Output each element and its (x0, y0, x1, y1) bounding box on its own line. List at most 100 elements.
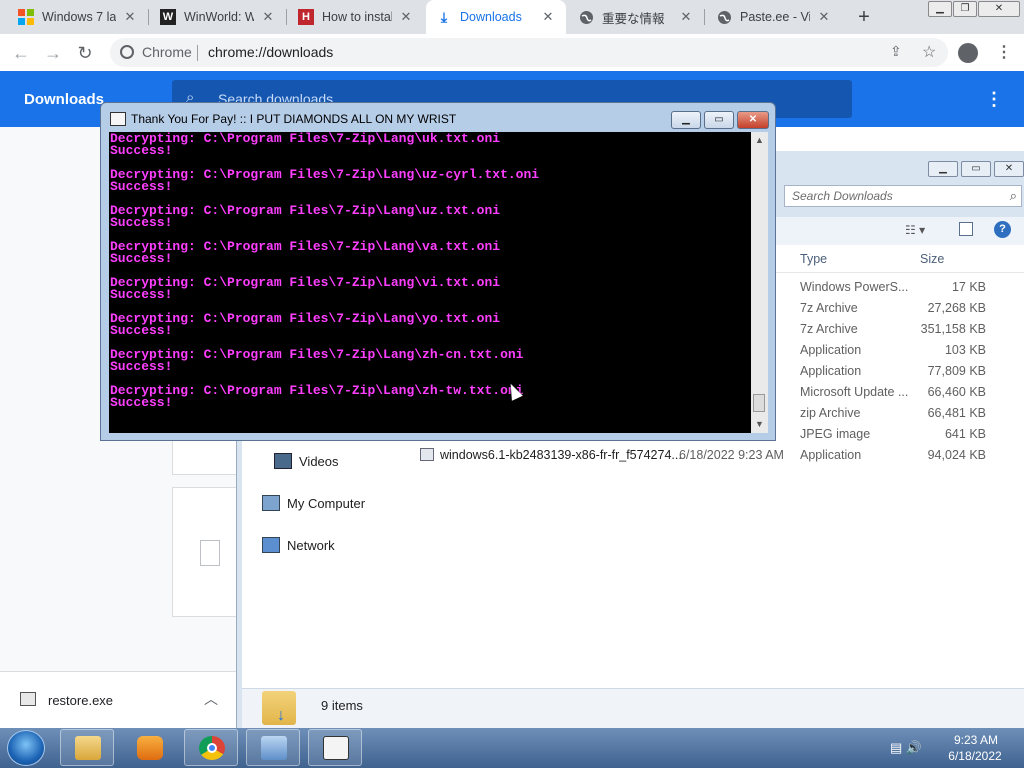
taskbar-control-panel[interactable] (246, 729, 300, 766)
explorer-search-placeholder: Search Downloads (792, 189, 893, 203)
computer-icon (262, 495, 280, 511)
console-app-icon (323, 736, 349, 760)
console-line: Decrypting: C:\Program Files\7-Zip\Lang\… (110, 385, 539, 397)
clock-time[interactable]: 9:23 AM (946, 733, 1006, 747)
download-arrow-icon: ↓ (277, 707, 285, 725)
taskbar: ▤ 🔊 9:23 AM 6/18/2022 (0, 728, 1024, 768)
help-icon[interactable]: ? (994, 221, 1011, 238)
forward-arrow-icon[interactable]: → (40, 40, 66, 66)
control-panel-icon (261, 736, 287, 760)
taskbar-chrome[interactable] (184, 729, 238, 766)
clock-date[interactable]: 6/18/2022 (942, 749, 1008, 763)
tab-pasteee[interactable]: Paste.ee - Vie ✕ (706, 0, 842, 34)
chevron-up-icon[interactable]: ︿ (204, 689, 218, 709)
console-app-icon (110, 112, 126, 126)
taskbar-console[interactable] (308, 729, 362, 766)
address-bar[interactable]: Chrome chrome://downloads ⇪ ☆ (110, 38, 948, 67)
application-file-icon (420, 448, 434, 461)
item-count: 9 items (321, 698, 363, 713)
chrome-site-icon (120, 45, 134, 59)
start-button[interactable] (7, 730, 45, 766)
reload-icon[interactable]: ↻ (72, 40, 98, 66)
console-line: Success! (110, 253, 539, 265)
tab-japanese-info[interactable]: 重要な情報 ✕ (568, 0, 704, 34)
back-arrow-icon[interactable]: ← (8, 40, 34, 66)
howto-h-icon: H (298, 9, 314, 25)
console-output[interactable]: Decrypting: C:\Program Files\7-Zip\Lang\… (109, 132, 751, 433)
taskbar-media-player[interactable] (122, 729, 176, 766)
close-icon[interactable]: ✕ (816, 9, 832, 25)
console-line: Decrypting: C:\Program Files\7-Zip\Lang\… (110, 277, 539, 289)
omnibox-url[interactable]: chrome://downloads (208, 44, 333, 60)
console-line: Decrypting: C:\Program Files\7-Zip\Lang\… (110, 349, 539, 361)
tab-howto[interactable]: H How to instal ✕ (288, 0, 424, 34)
maximize-icon[interactable]: ▭ (961, 161, 991, 177)
close-icon[interactable]: ✕ (678, 9, 694, 25)
minimize-icon[interactable]: ▁ (671, 111, 701, 129)
console-line: Decrypting: C:\Program Files\7-Zip\Lang\… (110, 133, 539, 145)
file-icon (200, 540, 220, 566)
console-line: Success! (110, 181, 539, 193)
menu-kebab-icon[interactable]: ⋮ (996, 42, 1012, 62)
close-icon[interactable]: ✕ (398, 9, 414, 25)
winworld-w-icon: W (160, 9, 176, 25)
globe-icon (578, 9, 594, 25)
taskbar-explorer[interactable] (60, 729, 114, 766)
console-line: Success! (110, 361, 539, 373)
explorer-status-bar: ↓ 9 items (242, 688, 1024, 729)
minimize-icon[interactable]: ▁ (928, 1, 952, 17)
bookmark-star-icon[interactable]: ☆ (922, 42, 936, 62)
console-scrollbar[interactable]: ▲ ▼ (751, 132, 768, 433)
download-arrow-icon: ⤓ (436, 9, 452, 25)
view-options-icon[interactable]: ☷ ▾ (905, 223, 925, 237)
scroll-up-arrow-icon[interactable]: ▲ (751, 132, 768, 149)
close-window-icon[interactable]: ✕ (994, 161, 1024, 177)
scroll-thumb[interactable] (753, 394, 765, 412)
column-size[interactable]: Size (920, 252, 944, 266)
tab-strip: Windows 7 lar ✕ W WinWorld: W ✕ H How to… (0, 0, 1024, 34)
console-line: Decrypting: C:\Program Files\7-Zip\Lang\… (110, 169, 539, 181)
tray-volume-icon[interactable]: ▤ 🔊 (890, 740, 922, 756)
maximize-icon[interactable]: ▭ (704, 111, 734, 129)
downloads-menu-icon[interactable]: ⋮ (985, 89, 1003, 110)
tab-downloads[interactable]: ⤓ Downloads ✕ (426, 0, 566, 34)
console-line: Decrypting: C:\Program Files\7-Zip\Lang\… (110, 205, 539, 217)
scroll-down-arrow-icon[interactable]: ▼ (751, 416, 768, 433)
videos-icon (274, 453, 292, 469)
minimize-icon[interactable]: ▁ (928, 161, 958, 177)
close-icon[interactable]: ✕ (122, 9, 138, 25)
close-window-icon[interactable]: ✕ (978, 1, 1020, 17)
tab-winworld[interactable]: W WinWorld: W ✕ (150, 0, 286, 34)
column-type[interactable]: Type (800, 252, 827, 266)
close-icon[interactable]: ✕ (260, 9, 276, 25)
console-text: Decrypting: C:\Program Files\7-Zip\Lang\… (110, 133, 539, 409)
exe-file-icon (20, 692, 36, 706)
close-window-icon[interactable]: ✕ (737, 111, 769, 129)
explorer-search-input[interactable]: Search Downloads ⌕ (784, 185, 1022, 207)
console-title: Thank You For Pay! :: I PUT DIAMONDS ALL… (131, 112, 456, 126)
close-icon[interactable]: ✕ (540, 9, 556, 25)
nav-item-videos[interactable]: Videos (274, 453, 339, 469)
download-shelf: restore.exe ︿ (0, 671, 236, 729)
nav-item-network[interactable]: Network (262, 537, 335, 553)
chrome-icon (199, 736, 225, 760)
console-line: Decrypting: C:\Program Files\7-Zip\Lang\… (110, 313, 539, 325)
restore-icon[interactable]: ❐ (953, 1, 977, 17)
tab-windows7[interactable]: Windows 7 lar ✕ (8, 0, 148, 34)
preview-pane-icon[interactable] (959, 222, 973, 236)
shelf-file-name[interactable]: restore.exe (48, 693, 113, 708)
folder-icon (75, 736, 101, 760)
profile-avatar-icon[interactable] (958, 43, 978, 63)
windows-logo-icon (18, 9, 34, 25)
table-row[interactable]: windows6.1-kb2483139-x86-fr-fr_f574274..… (401, 445, 1024, 466)
search-icon: ⌕ (1010, 188, 1017, 204)
media-player-icon (137, 736, 163, 760)
browser-toolbar: ← → ↻ Chrome chrome://downloads ⇪ ☆ ⋮ (0, 34, 1024, 72)
share-icon[interactable]: ⇪ (890, 43, 902, 60)
new-tab-button[interactable]: + (852, 5, 876, 29)
console-line: Decrypting: C:\Program Files\7-Zip\Lang\… (110, 241, 539, 253)
nav-item-my-computer[interactable]: My Computer (262, 495, 365, 511)
omnibox-site-label: Chrome (142, 44, 192, 60)
console-line: Success! (110, 397, 539, 409)
omnibox-divider (197, 45, 198, 61)
